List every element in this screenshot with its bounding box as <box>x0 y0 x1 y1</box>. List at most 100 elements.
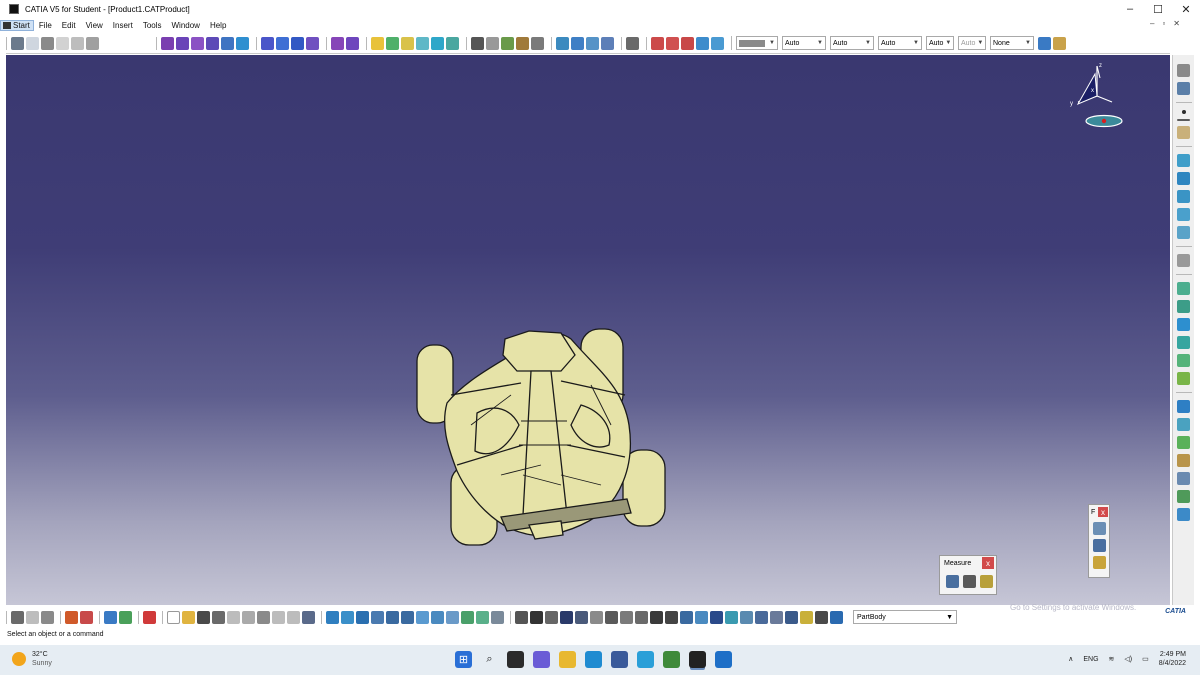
save-icon[interactable] <box>197 610 210 624</box>
task-view-icon[interactable] <box>507 651 524 668</box>
snap-icon[interactable] <box>666 36 679 50</box>
loft-tool-icon[interactable] <box>1177 282 1190 295</box>
fill-surface-icon[interactable] <box>236 36 249 50</box>
windows-start-icon[interactable]: ⊞ <box>455 651 472 668</box>
menu-edit[interactable]: Edit <box>57 21 81 30</box>
axis-icon[interactable] <box>431 36 444 50</box>
line-icon[interactable] <box>401 36 414 50</box>
chat-icon[interactable] <box>533 651 550 668</box>
line-tool-icon[interactable] <box>1177 119 1190 121</box>
telegram-icon[interactable] <box>637 651 654 668</box>
floating-toolbar-close-button[interactable]: x <box>1098 507 1108 517</box>
new-file-icon[interactable] <box>167 610 180 624</box>
point-icon[interactable] <box>386 36 399 50</box>
work-plane-icon[interactable] <box>725 610 738 624</box>
maximize-button[interactable]: ☐ <box>1144 0 1172 18</box>
component-icon[interactable] <box>575 610 588 624</box>
tree-icon[interactable] <box>11 610 24 624</box>
compass-toggle-icon[interactable] <box>740 610 753 624</box>
menu-insert[interactable]: Insert <box>108 21 138 30</box>
wifi-icon[interactable]: ≋ <box>1109 655 1115 663</box>
trim-tool-icon[interactable] <box>1177 454 1190 467</box>
menu-file[interactable]: File <box>34 21 57 30</box>
menu-help[interactable]: Help <box>205 21 231 30</box>
new-component-icon[interactable] <box>26 36 39 50</box>
media-player-icon[interactable] <box>715 651 732 668</box>
offset-tool-icon[interactable] <box>1177 354 1190 367</box>
catia-taskbar-icon[interactable] <box>689 651 706 668</box>
extrude-tool-icon[interactable] <box>1177 154 1190 167</box>
minimize-button[interactable]: – <box>1116 0 1144 18</box>
paste-icon[interactable] <box>257 610 270 624</box>
table-icon[interactable] <box>560 610 573 624</box>
fly-icon[interactable] <box>326 610 339 624</box>
revolve-surface-icon[interactable] <box>176 36 189 50</box>
sweep-surface-icon[interactable] <box>221 36 234 50</box>
menu-tools[interactable]: Tools <box>138 21 167 30</box>
line-type-combo[interactable]: Auto ▼ <box>878 36 922 50</box>
extract-tool-icon[interactable] <box>1177 472 1190 485</box>
trim-icon[interactable] <box>291 36 304 50</box>
join-icon[interactable] <box>261 36 274 50</box>
revolve-tool-icon[interactable] <box>1177 172 1190 185</box>
grid-icon[interactable] <box>1092 539 1106 552</box>
annotation-icon[interactable] <box>516 36 529 50</box>
doc-restore-button[interactable]: ▫ <box>1162 19 1165 28</box>
compass-widget[interactable]: z x y <box>1064 58 1126 130</box>
fit-all-icon[interactable] <box>341 610 354 624</box>
catalog-icon[interactable] <box>1092 556 1106 569</box>
stop-manipulate-icon[interactable] <box>696 36 709 50</box>
body-icon[interactable] <box>830 610 843 624</box>
analysis-icon[interactable] <box>80 610 93 624</box>
workbench-icon[interactable] <box>104 610 117 624</box>
constraint-icon[interactable] <box>620 610 633 624</box>
hide-show-icon[interactable] <box>476 610 489 624</box>
parameter-icon[interactable] <box>755 610 768 624</box>
front-wing[interactable] <box>502 330 576 372</box>
distance-icon[interactable] <box>501 36 514 50</box>
menu-window[interactable]: Window <box>167 21 205 30</box>
menu-start[interactable]: Start <box>0 20 34 31</box>
weather-widget[interactable]: 32°C Sunny <box>12 650 52 668</box>
catalog-icon[interactable] <box>785 610 798 624</box>
comment-icon[interactable] <box>545 610 558 624</box>
manipulate-icon[interactable] <box>651 36 664 50</box>
volume-icon[interactable]: ◁) <box>1124 655 1132 663</box>
offset-constraint-icon[interactable] <box>586 36 599 50</box>
split-icon[interactable] <box>276 36 289 50</box>
print-icon[interactable] <box>212 610 225 624</box>
relation-icon[interactable] <box>770 610 783 624</box>
quick-view-icon[interactable] <box>446 610 459 624</box>
cursor-icon[interactable] <box>1177 64 1190 77</box>
translate-tool-icon[interactable] <box>1177 508 1190 521</box>
axis-system-icon[interactable] <box>680 610 693 624</box>
language-indicator[interactable]: ENG <box>1083 656 1098 663</box>
menu-view[interactable]: View <box>81 21 108 30</box>
point-tool-icon[interactable] <box>1181 110 1186 114</box>
clock[interactable]: 2:49 PM 8/4/2022 <box>1159 650 1186 668</box>
formula-car-model[interactable] <box>411 325 671 550</box>
close-button[interactable]: ✕ <box>1172 0 1200 18</box>
translate-icon[interactable] <box>331 36 344 50</box>
paint-brush-icon[interactable] <box>1038 36 1051 50</box>
doc-minimize-button[interactable]: – <box>1150 19 1154 28</box>
boundary-icon[interactable] <box>306 36 319 50</box>
layer-combo[interactable]: None ▼ <box>990 36 1034 50</box>
apply-material-icon[interactable] <box>1092 522 1106 535</box>
file-explorer-icon[interactable] <box>559 651 576 668</box>
publication-icon[interactable] <box>26 610 39 624</box>
projection-icon[interactable] <box>446 36 459 50</box>
line-thickness-combo[interactable]: Auto ▼ <box>830 36 874 50</box>
coincidence-icon[interactable] <box>556 36 569 50</box>
fix-component-icon[interactable] <box>626 36 639 50</box>
transparency-combo[interactable]: Auto ▼ <box>782 36 826 50</box>
render-style-combo[interactable]: Auto ▼ <box>958 36 986 50</box>
rotate-view-icon[interactable] <box>371 610 384 624</box>
contact-icon[interactable] <box>571 36 584 50</box>
product-structure-icon[interactable] <box>11 36 24 50</box>
extrude-surface-icon[interactable] <box>161 36 174 50</box>
capture-icon[interactable] <box>515 610 528 624</box>
sketch-icon[interactable] <box>371 36 384 50</box>
thicken-tool-icon[interactable] <box>1177 372 1190 385</box>
redo-icon[interactable] <box>287 610 300 624</box>
